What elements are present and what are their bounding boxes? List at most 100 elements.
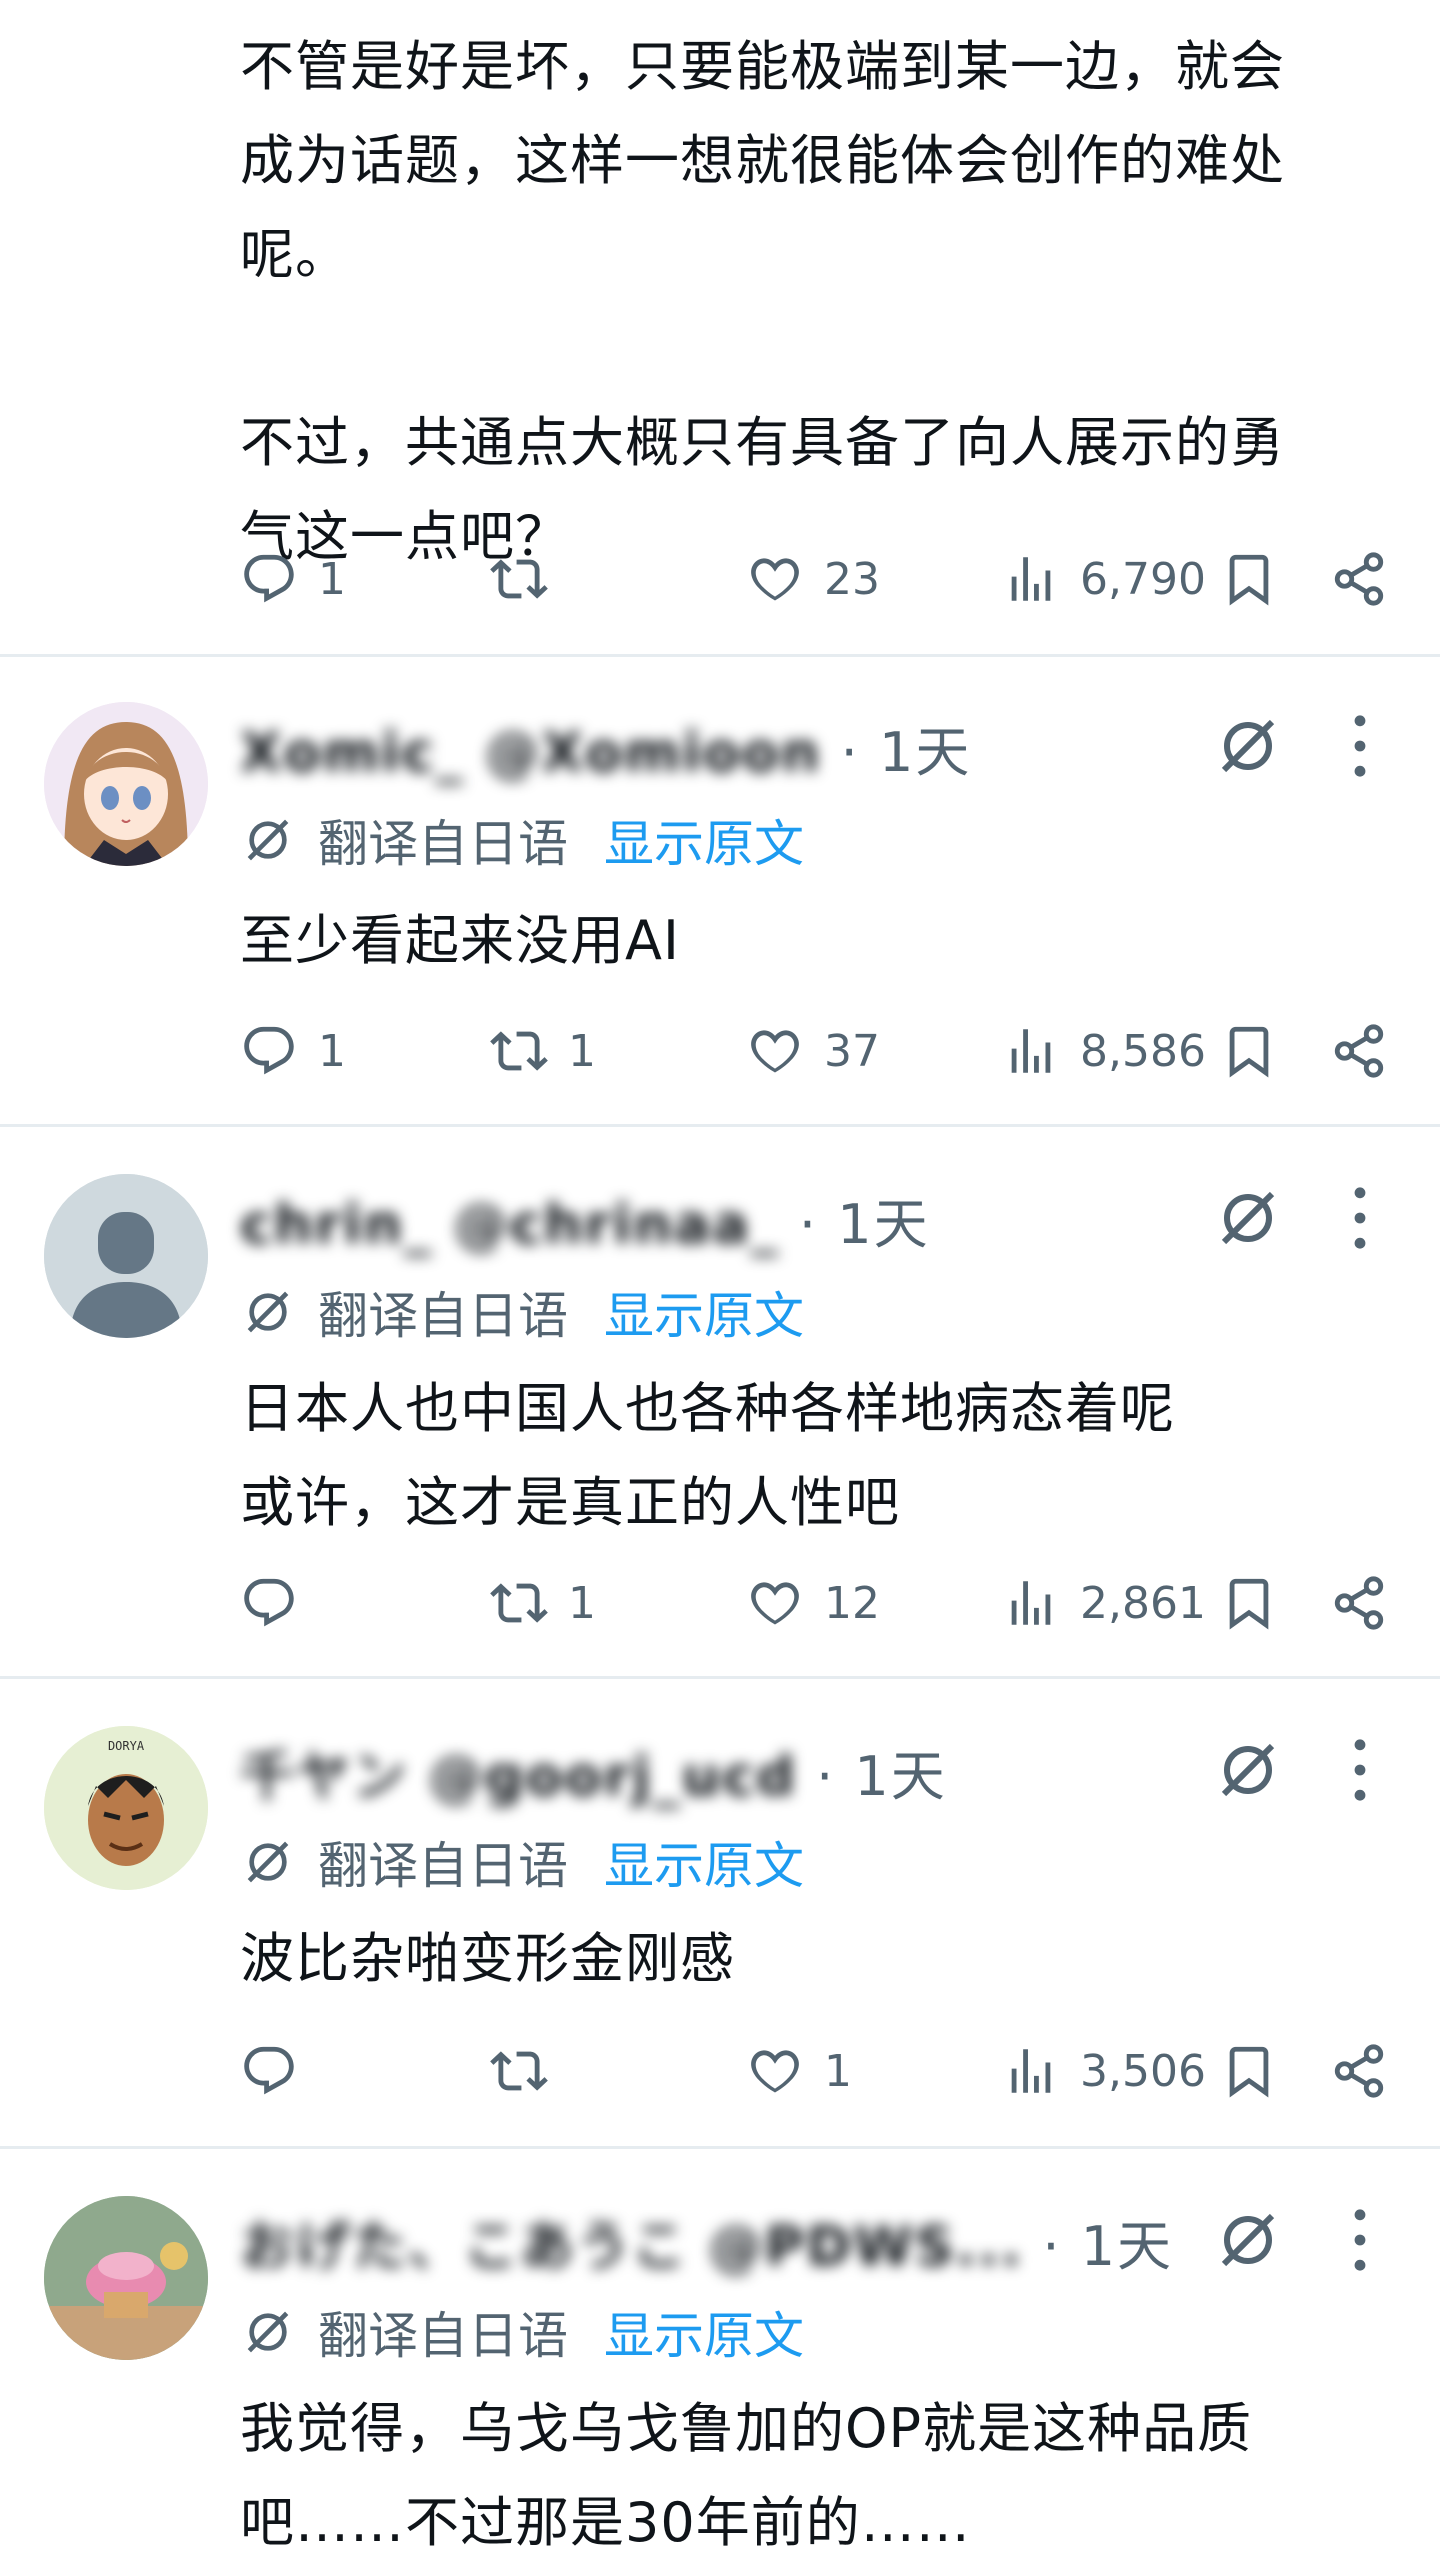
views-button[interactable]: 6,790 xyxy=(1002,534,1206,624)
author-name[interactable]: chrin_ @chrinaa_ xyxy=(240,1193,780,1256)
top-post-actions: 1 23 6,790 xyxy=(0,534,1440,624)
share-button[interactable] xyxy=(1330,1558,1388,1648)
translate-label: 翻译自日语 xyxy=(318,815,568,873)
like-button[interactable]: 23 xyxy=(746,534,880,624)
top-post-body: 不管是好是坏，只要能极端到某一边，就会 成为话题，这样一想就很能体会创作的难处 … xyxy=(240,20,1285,584)
author-name[interactable]: 千ヤン @goorj_ucd xyxy=(240,1732,797,1811)
views-count: 2,861 xyxy=(1080,1577,1206,1629)
author-name[interactable]: おげた、こあうこ @PDWS... xyxy=(240,2202,1023,2281)
heart-icon xyxy=(751,2050,799,2093)
bookmark-button[interactable] xyxy=(1220,2026,1278,2116)
like-button[interactable]: 1 xyxy=(746,2026,852,2116)
repost-count: 1 xyxy=(568,1025,596,1077)
like-count: 12 xyxy=(824,1577,880,1629)
more-button[interactable] xyxy=(1340,1182,1380,1254)
bookmark-button[interactable] xyxy=(1220,1006,1278,1096)
repost-icon xyxy=(490,1031,548,1071)
repost-button[interactable]: 1 xyxy=(490,1558,596,1648)
bookmark-icon xyxy=(1229,2046,1269,2098)
reply-button[interactable]: 1 xyxy=(240,534,346,624)
share-button[interactable] xyxy=(1330,2026,1388,2116)
views-button[interactable]: 2,861 xyxy=(1002,1558,1206,1648)
grok-button[interactable] xyxy=(1212,1734,1284,1806)
translate-icon xyxy=(247,1841,289,1883)
show-original-link[interactable]: 显示原文 xyxy=(604,2296,804,2368)
reply-button[interactable]: 1 xyxy=(240,1006,346,1096)
like-button[interactable]: 12 xyxy=(746,1558,880,1648)
views-icon xyxy=(1011,557,1051,601)
post-time[interactable]: · 1天 xyxy=(1023,2215,1173,2278)
grok-icon xyxy=(1221,2213,1275,2267)
reply-body: 日本人也中国人也各种各样地病态着呢 或许，这才是真正的人性吧 xyxy=(240,1362,1175,1550)
translation-note: 翻译自日语 显示原文 xyxy=(240,1822,804,1902)
translation-note: 翻译自日语 显示原文 xyxy=(240,800,804,880)
translate-label: 翻译自日语 xyxy=(318,1287,568,1345)
show-original-link[interactable]: 显示原文 xyxy=(604,1826,804,1898)
reply-author[interactable]: 千ヤン @goorj_ucd · 1天 xyxy=(240,1732,947,1811)
more-icon xyxy=(1354,1187,1366,1249)
like-button[interactable]: 37 xyxy=(746,1006,880,1096)
post-time[interactable]: · 1天 xyxy=(821,721,971,784)
divider xyxy=(0,1124,1440,1127)
share-icon xyxy=(1334,552,1384,606)
post-time[interactable]: · 1天 xyxy=(797,1745,947,1808)
grok-icon xyxy=(1221,719,1275,773)
reply-icon xyxy=(244,1026,294,1075)
reply-author[interactable]: Xomic_ @Xomioon · 1天 xyxy=(240,708,971,787)
grok-icon xyxy=(1221,1743,1275,1797)
translate-label: 翻译自日语 xyxy=(318,1837,568,1895)
grok-button[interactable] xyxy=(1212,2204,1284,2276)
reply-author[interactable]: chrin_ @chrinaa_ · 1天 xyxy=(240,1180,930,1259)
show-original-link[interactable]: 显示原文 xyxy=(604,804,804,876)
translate-icon xyxy=(247,1291,289,1333)
more-button[interactable] xyxy=(1340,710,1380,782)
show-original-link[interactable]: 显示原文 xyxy=(604,1276,804,1348)
avatar[interactable] xyxy=(44,2196,208,2360)
translation-note: 翻译自日语 显示原文 xyxy=(240,1272,804,1352)
share-button[interactable] xyxy=(1330,1006,1388,1096)
reply-body: 至少看起来没用AI xyxy=(240,894,680,988)
bookmark-button[interactable] xyxy=(1220,534,1278,624)
translate-icon xyxy=(247,2311,289,2353)
reply-count: 1 xyxy=(318,553,346,605)
bookmark-button[interactable] xyxy=(1220,1558,1278,1648)
heart-icon xyxy=(751,1582,799,1625)
anime-girl-avatar-icon xyxy=(44,702,208,866)
more-button[interactable] xyxy=(1340,1734,1380,1806)
share-button[interactable] xyxy=(1330,534,1388,624)
repost-button[interactable] xyxy=(490,534,568,624)
avatar[interactable] xyxy=(44,1174,208,1338)
body-line: 成为话题，这样一想就很能体会创作的难处 xyxy=(240,129,1285,192)
repost-icon xyxy=(490,559,548,599)
like-count: 1 xyxy=(824,2045,852,2097)
bookmark-icon xyxy=(1229,554,1269,606)
repost-button[interactable]: 1 xyxy=(490,1006,596,1096)
divider xyxy=(0,654,1440,657)
repost-button[interactable] xyxy=(490,2026,568,2116)
reply-author[interactable]: おげた、こあうこ @PDWS... · 1天 xyxy=(240,2202,1173,2281)
views-button[interactable]: 3,506 xyxy=(1002,2026,1206,2116)
reply-actions: 1 1 37 8,586 xyxy=(0,1006,1440,1096)
more-button[interactable] xyxy=(1340,2204,1380,2276)
more-icon xyxy=(1354,715,1366,777)
views-button[interactable]: 8,586 xyxy=(1002,1006,1206,1096)
cartoon-face-avatar-icon: DORYA xyxy=(44,1726,208,1890)
views-count: 8,586 xyxy=(1080,1025,1206,1077)
post-time[interactable]: · 1天 xyxy=(780,1193,930,1256)
grok-button[interactable] xyxy=(1212,710,1284,782)
heart-icon xyxy=(751,558,799,601)
views-icon xyxy=(1011,2049,1051,2093)
bookmark-icon xyxy=(1229,1578,1269,1630)
divider xyxy=(0,2146,1440,2149)
avatar[interactable] xyxy=(44,702,208,866)
grok-icon xyxy=(1221,1191,1275,1245)
reply-button[interactable] xyxy=(240,1558,318,1648)
translate-label: 翻译自日语 xyxy=(318,2307,568,2365)
body-line xyxy=(240,302,1285,396)
avatar[interactable]: DORYA xyxy=(44,1726,208,1890)
reply-button[interactable] xyxy=(240,2026,318,2116)
translation-note: 翻译自日语 显示原文 xyxy=(240,2292,804,2372)
author-name[interactable]: Xomic_ @Xomioon xyxy=(240,721,821,784)
body-line: 至少看起来没用AI xyxy=(240,909,680,972)
grok-button[interactable] xyxy=(1212,1182,1284,1254)
